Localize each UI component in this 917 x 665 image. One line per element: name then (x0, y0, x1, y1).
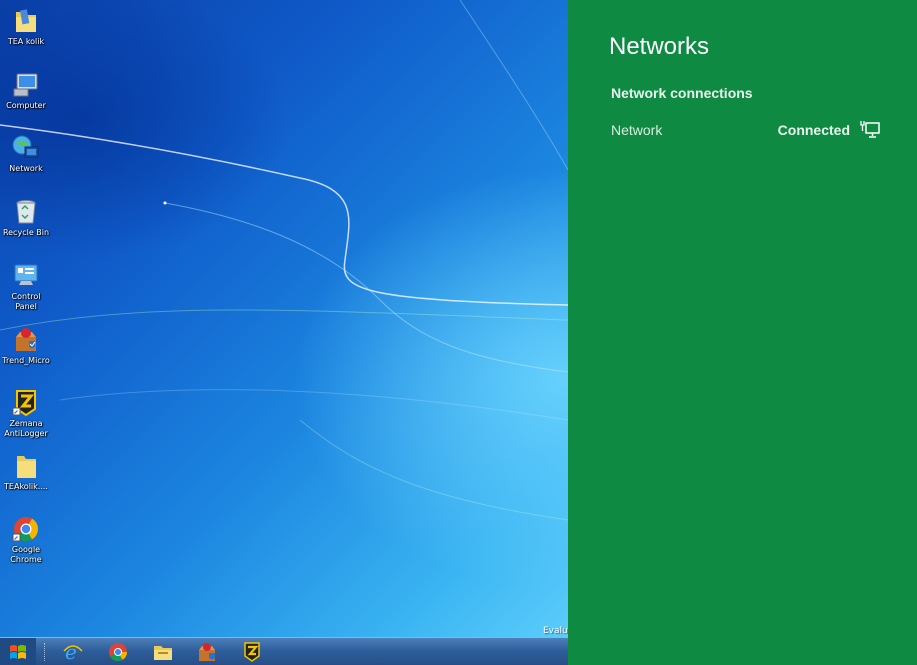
desktop-icon-label: TEAkolik.... (4, 482, 48, 491)
trend-micro-icon (199, 643, 215, 661)
control-panel-icon (14, 264, 38, 285)
desktop-icon-label: Google Chrome (10, 545, 42, 564)
desktop-icon-control-panel[interactable]: Control Panel (2, 261, 50, 312)
file-explorer-icon (154, 646, 172, 660)
desktop-icon-teakolik[interactable]: TEAkolik.... (2, 451, 50, 492)
zemana-icon (244, 642, 260, 662)
panel-title: Networks (609, 33, 710, 60)
desktop-icon-label: Computer (6, 101, 46, 110)
recycle-bin-icon (16, 200, 36, 224)
wired-network-icon (860, 121, 880, 138)
desktop-icon-label: Trend_Micro (2, 356, 50, 365)
chrome-icon (109, 643, 127, 662)
computer-icon (13, 73, 38, 97)
screen: TEA kolik Computer Network Recycle Bin C… (0, 0, 917, 665)
chrome-icon (12, 517, 39, 542)
desktop-icon-label: Zemana AntiLogger (4, 419, 48, 438)
desktop-icon-trend-micro[interactable]: Trend_Micro (2, 325, 50, 366)
desktop-icon-label: Recycle Bin (2, 228, 50, 237)
taskbar-item-file-explorer[interactable] (148, 640, 178, 664)
trend-micro-icon (16, 328, 36, 351)
network-globe-icon (12, 135, 39, 158)
wallpaper-swirl (0, 0, 568, 521)
taskbar: e (0, 637, 568, 665)
svg-text:e: e (65, 641, 77, 663)
desktop-icon-computer[interactable]: Computer (2, 70, 50, 111)
network-connections-heading: Network connections (611, 85, 753, 101)
network-connection-name: Network (611, 122, 663, 138)
desktop-icon-label: Network (9, 164, 43, 173)
desktop[interactable]: TEA kolik Computer Network Recycle Bin C… (0, 0, 568, 637)
networks-panel: Networks Network connections Network Con… (568, 0, 917, 665)
desktop-icon-google-chrome[interactable]: Google Chrome (2, 514, 50, 565)
folder-icon (17, 456, 36, 478)
evaluation-watermark: Evalu (543, 626, 568, 636)
folder-icon (16, 9, 36, 32)
network-connection-item[interactable]: Network Connected (611, 117, 881, 143)
taskbar-item-internet-explorer[interactable]: e (58, 640, 88, 664)
internet-explorer-icon: e (63, 641, 83, 663)
start-button[interactable] (0, 638, 36, 665)
desktop-icon-recycle-bin[interactable]: Recycle Bin (2, 197, 50, 238)
taskbar-separator (44, 643, 47, 661)
network-connection-status: Connected (777, 122, 850, 138)
start-orb-icon (10, 645, 26, 659)
desktop-icon-label: TEA kolik (7, 37, 45, 46)
taskbar-item-chrome[interactable] (103, 640, 133, 664)
desktop-icon-tea-kolik[interactable]: TEA kolik (2, 6, 50, 47)
taskbar-item-trend-micro[interactable] (192, 640, 222, 664)
zemana-icon (12, 390, 36, 417)
desktop-icon-network[interactable]: Network (2, 133, 50, 174)
taskbar-item-zemana[interactable] (237, 640, 267, 664)
desktop-icon-zemana-antilogger[interactable]: Zemana AntiLogger (2, 388, 50, 439)
desktop-icon-label: Control Panel (11, 292, 41, 311)
